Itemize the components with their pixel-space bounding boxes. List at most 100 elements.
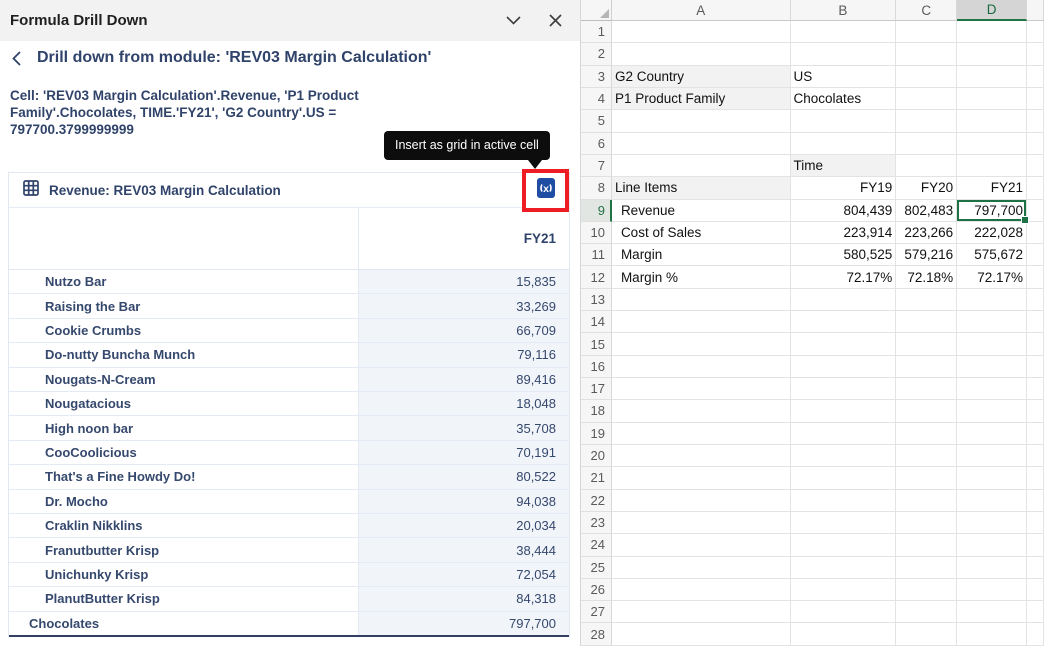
row-header-24[interactable]: 24: [581, 534, 612, 556]
cell-E28[interactable]: [1027, 623, 1044, 645]
cell-B26[interactable]: [791, 579, 897, 601]
row-header-22[interactable]: 22: [581, 490, 612, 512]
row-header-12[interactable]: 12: [581, 266, 612, 288]
grid-row[interactable]: Craklin Nikklins20,034: [9, 514, 569, 538]
cell-A13[interactable]: [612, 289, 791, 311]
column-header-partial[interactable]: [1027, 0, 1044, 21]
cell-B8[interactable]: FY19: [791, 177, 897, 199]
cell-A5[interactable]: [612, 110, 791, 132]
grid-row[interactable]: Dr. Mocho94,038: [9, 490, 569, 514]
cell-A19[interactable]: [612, 423, 791, 445]
cell-E3[interactable]: [1027, 66, 1044, 88]
cell-E8[interactable]: [1027, 177, 1044, 199]
cell-C28[interactable]: [896, 623, 957, 645]
cell-E21[interactable]: [1027, 467, 1044, 489]
cell-E10[interactable]: [1027, 222, 1044, 244]
column-header-D[interactable]: D: [957, 0, 1027, 21]
row-header-23[interactable]: 23: [581, 512, 612, 534]
cell-D22[interactable]: [957, 490, 1027, 512]
cell-C24[interactable]: [896, 534, 957, 556]
cell-C21[interactable]: [896, 467, 957, 489]
cell-A20[interactable]: [612, 445, 791, 467]
cell-A8[interactable]: Line Items: [612, 177, 791, 199]
cell-B10[interactable]: 223,914: [791, 222, 897, 244]
cell-E15[interactable]: [1027, 333, 1044, 355]
cell-C14[interactable]: [896, 311, 957, 333]
cell-E13[interactable]: [1027, 289, 1044, 311]
row-header-11[interactable]: 11: [581, 244, 612, 266]
grid-row[interactable]: Unichunky Krisp72,054: [9, 563, 569, 587]
cell-D28[interactable]: [957, 623, 1027, 645]
cell-C4[interactable]: [896, 88, 957, 110]
select-all-corner[interactable]: [581, 0, 612, 21]
cell-A27[interactable]: [612, 601, 791, 623]
cell-D27[interactable]: [957, 601, 1027, 623]
row-header-10[interactable]: 10: [581, 222, 612, 244]
cell-A3[interactable]: G2 Country: [612, 66, 791, 88]
close-icon[interactable]: [546, 12, 564, 30]
grid-row[interactable]: Nougats-N-Cream89,416: [9, 368, 569, 392]
cell-B20[interactable]: [791, 445, 897, 467]
cell-D16[interactable]: [957, 356, 1027, 378]
cell-B24[interactable]: [791, 534, 897, 556]
cell-D24[interactable]: [957, 534, 1027, 556]
row-header-1[interactable]: 1: [581, 21, 612, 43]
row-header-18[interactable]: 18: [581, 400, 612, 422]
cell-C3[interactable]: [896, 66, 957, 88]
cell-B28[interactable]: [791, 623, 897, 645]
row-header-4[interactable]: 4: [581, 88, 612, 110]
cell-B19[interactable]: [791, 423, 897, 445]
cell-C9[interactable]: 802,483: [896, 200, 957, 222]
cell-C15[interactable]: [896, 333, 957, 355]
cell-C25[interactable]: [896, 557, 957, 579]
cell-A10[interactable]: Cost of Sales: [612, 222, 791, 244]
cell-A9[interactable]: Revenue: [612, 200, 791, 222]
cell-B25[interactable]: [791, 557, 897, 579]
cell-C20[interactable]: [896, 445, 957, 467]
chevron-down-icon[interactable]: [504, 12, 522, 30]
row-header-9[interactable]: 9: [581, 200, 612, 222]
cell-B6[interactable]: [791, 133, 897, 155]
row-header-28[interactable]: 28: [581, 623, 612, 645]
cell-E16[interactable]: [1027, 356, 1044, 378]
row-header-17[interactable]: 17: [581, 378, 612, 400]
cell-E17[interactable]: [1027, 378, 1044, 400]
row-header-25[interactable]: 25: [581, 557, 612, 579]
cell-A15[interactable]: [612, 333, 791, 355]
cell-B13[interactable]: [791, 289, 897, 311]
row-header-5[interactable]: 5: [581, 110, 612, 132]
cell-C19[interactable]: [896, 423, 957, 445]
cell-A28[interactable]: [612, 623, 791, 645]
back-icon[interactable]: [12, 50, 24, 66]
cell-D6[interactable]: [957, 133, 1027, 155]
row-header-15[interactable]: 15: [581, 333, 612, 355]
grid-row[interactable]: Nougatacious18,048: [9, 392, 569, 416]
cell-C17[interactable]: [896, 378, 957, 400]
cell-E7[interactable]: [1027, 155, 1044, 177]
cell-B23[interactable]: [791, 512, 897, 534]
cell-E6[interactable]: [1027, 133, 1044, 155]
cell-E19[interactable]: [1027, 423, 1044, 445]
cell-D3[interactable]: [957, 66, 1027, 88]
cell-B22[interactable]: [791, 490, 897, 512]
cell-D20[interactable]: [957, 445, 1027, 467]
grid-row[interactable]: That's a Fine Howdy Do!80,522: [9, 465, 569, 489]
cell-D26[interactable]: [957, 579, 1027, 601]
cell-B18[interactable]: [791, 400, 897, 422]
grid-row[interactable]: Raising the Bar33,269: [9, 294, 569, 318]
grid-row[interactable]: CooCoolicious70,191: [9, 441, 569, 465]
cell-C18[interactable]: [896, 400, 957, 422]
grid-row[interactable]: Cookie Crumbs66,709: [9, 319, 569, 343]
cell-B27[interactable]: [791, 601, 897, 623]
cell-E12[interactable]: [1027, 266, 1044, 288]
cell-D23[interactable]: [957, 512, 1027, 534]
cell-B2[interactable]: [791, 43, 897, 65]
cell-E4[interactable]: [1027, 88, 1044, 110]
cell-C16[interactable]: [896, 356, 957, 378]
insert-grid-button[interactable]: x: [522, 169, 569, 212]
cell-D13[interactable]: [957, 289, 1027, 311]
cell-C10[interactable]: 223,266: [896, 222, 957, 244]
cell-D7[interactable]: [957, 155, 1027, 177]
row-header-19[interactable]: 19: [581, 423, 612, 445]
cell-D10[interactable]: 222,028: [957, 222, 1027, 244]
